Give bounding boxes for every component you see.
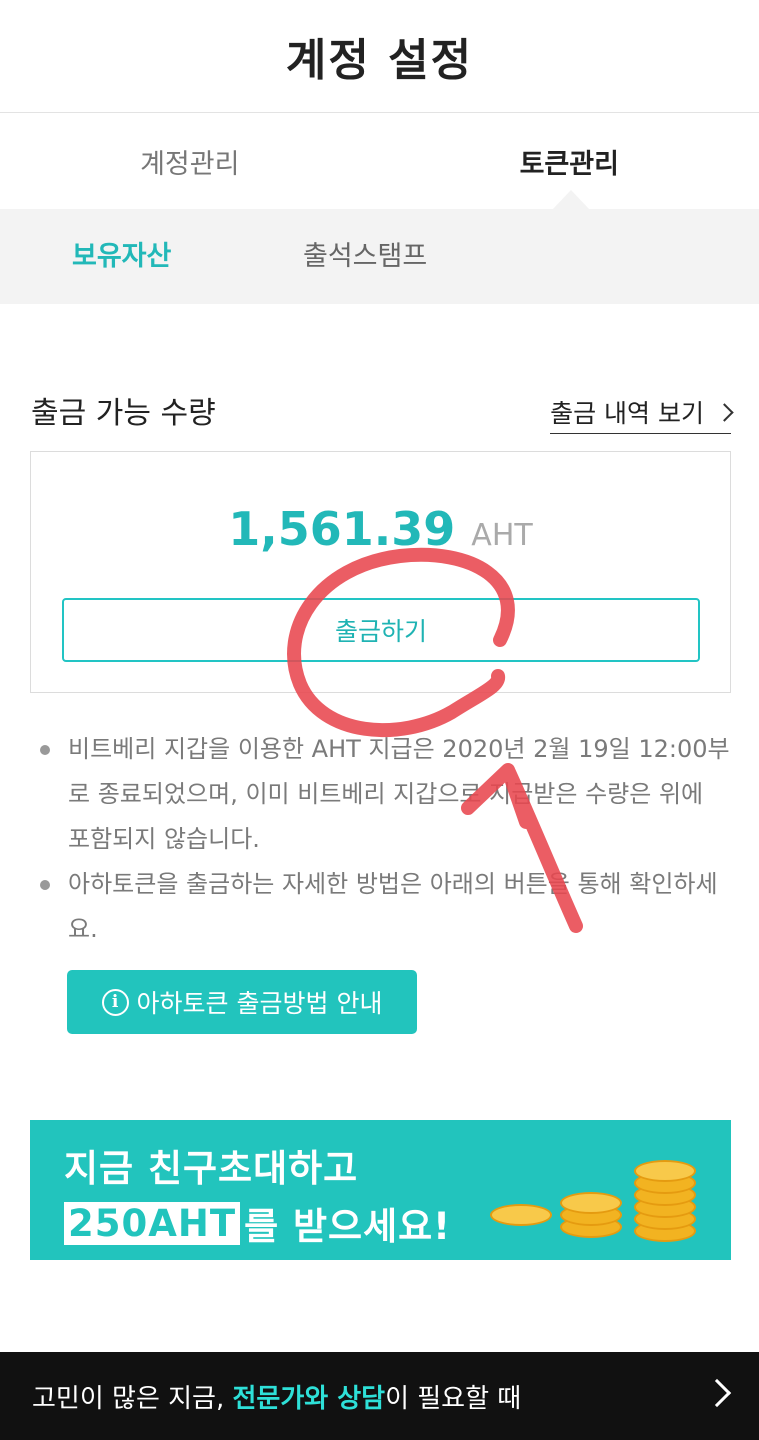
balance-amount: 1,561.39 xyxy=(228,502,456,556)
balance-display: 1,561.39 AHT xyxy=(31,502,730,556)
bullet-icon xyxy=(40,745,50,755)
active-tab-pointer xyxy=(553,190,589,209)
bullet-icon xyxy=(40,880,50,890)
chevron-right-icon xyxy=(715,402,734,422)
balance-unit: AHT xyxy=(471,518,533,553)
withdrawal-history-link[interactable]: 출금 내역 보기 xyxy=(550,394,734,434)
balance-card: 1,561.39 AHT 출금하기 xyxy=(30,451,731,693)
info-icon: i xyxy=(101,988,129,1016)
subtab-holdings[interactable]: 보유자산 xyxy=(72,209,171,304)
expert-consult-bar[interactable]: 고민이 많은 지금, 전문가와 상담이 필요할 때 xyxy=(0,1352,759,1440)
consult-text: 고민이 많은 지금, 전문가와 상담이 필요할 때 xyxy=(32,1378,521,1415)
header: 계정 설정 xyxy=(0,0,759,113)
note-text: 비트베리 지갑을 이용한 AHT 지급은 2020년 2월 19일 12:00부… xyxy=(68,735,730,853)
invite-friends-banner[interactable]: 지금 친구초대하고 250AHT 를 받으세요! xyxy=(30,1120,731,1260)
notes-list: 비트베리 지갑을 이용한 AHT 지급은 2020년 2월 19일 12:00부… xyxy=(40,727,730,952)
withdraw-button[interactable]: 출금하기 xyxy=(62,598,700,662)
consult-accent: 전문가와 상담 xyxy=(232,1383,386,1414)
note-text: 아하토큰을 출금하는 자세한 방법은 아래의 버튼을 통해 확인하세요. xyxy=(68,870,718,943)
banner-subline: 250AHT 를 받으세요! xyxy=(64,1196,451,1250)
chevron-right-icon xyxy=(702,1378,732,1408)
withdrawal-guide-button[interactable]: i 아하토큰 출금방법 안내 xyxy=(67,970,417,1034)
list-item: 아하토큰을 출금하는 자세한 방법은 아래의 버튼을 통해 확인하세요. xyxy=(40,862,730,952)
subtab-attendance-stamp[interactable]: 출석스탬프 xyxy=(303,209,427,304)
tab-account-management[interactable]: 계정관리 xyxy=(0,114,380,209)
consult-suffix: 이 필요할 때 xyxy=(385,1383,522,1414)
page-title: 계정 설정 xyxy=(285,35,474,86)
withdrawal-history-label: 출금 내역 보기 xyxy=(550,399,704,428)
section-title: 출금 가능 수량 xyxy=(31,396,216,431)
banner-highlight: 250AHT xyxy=(64,1201,241,1245)
list-item: 비트베리 지갑을 이용한 AHT 지급은 2020년 2월 19일 12:00부… xyxy=(40,727,730,862)
banner-headline: 지금 친구초대하고 xyxy=(64,1147,359,1190)
consult-prefix: 고민이 많은 지금, xyxy=(32,1383,233,1414)
sub-tabs: 보유자산 출석스탬프 xyxy=(0,209,759,304)
main-tabs: 계정관리 토큰관리 xyxy=(0,114,759,209)
guide-button-label: 아하토큰 출금방법 안내 xyxy=(136,989,383,1018)
banner-subline-text: 를 받으세요! xyxy=(244,1205,452,1248)
